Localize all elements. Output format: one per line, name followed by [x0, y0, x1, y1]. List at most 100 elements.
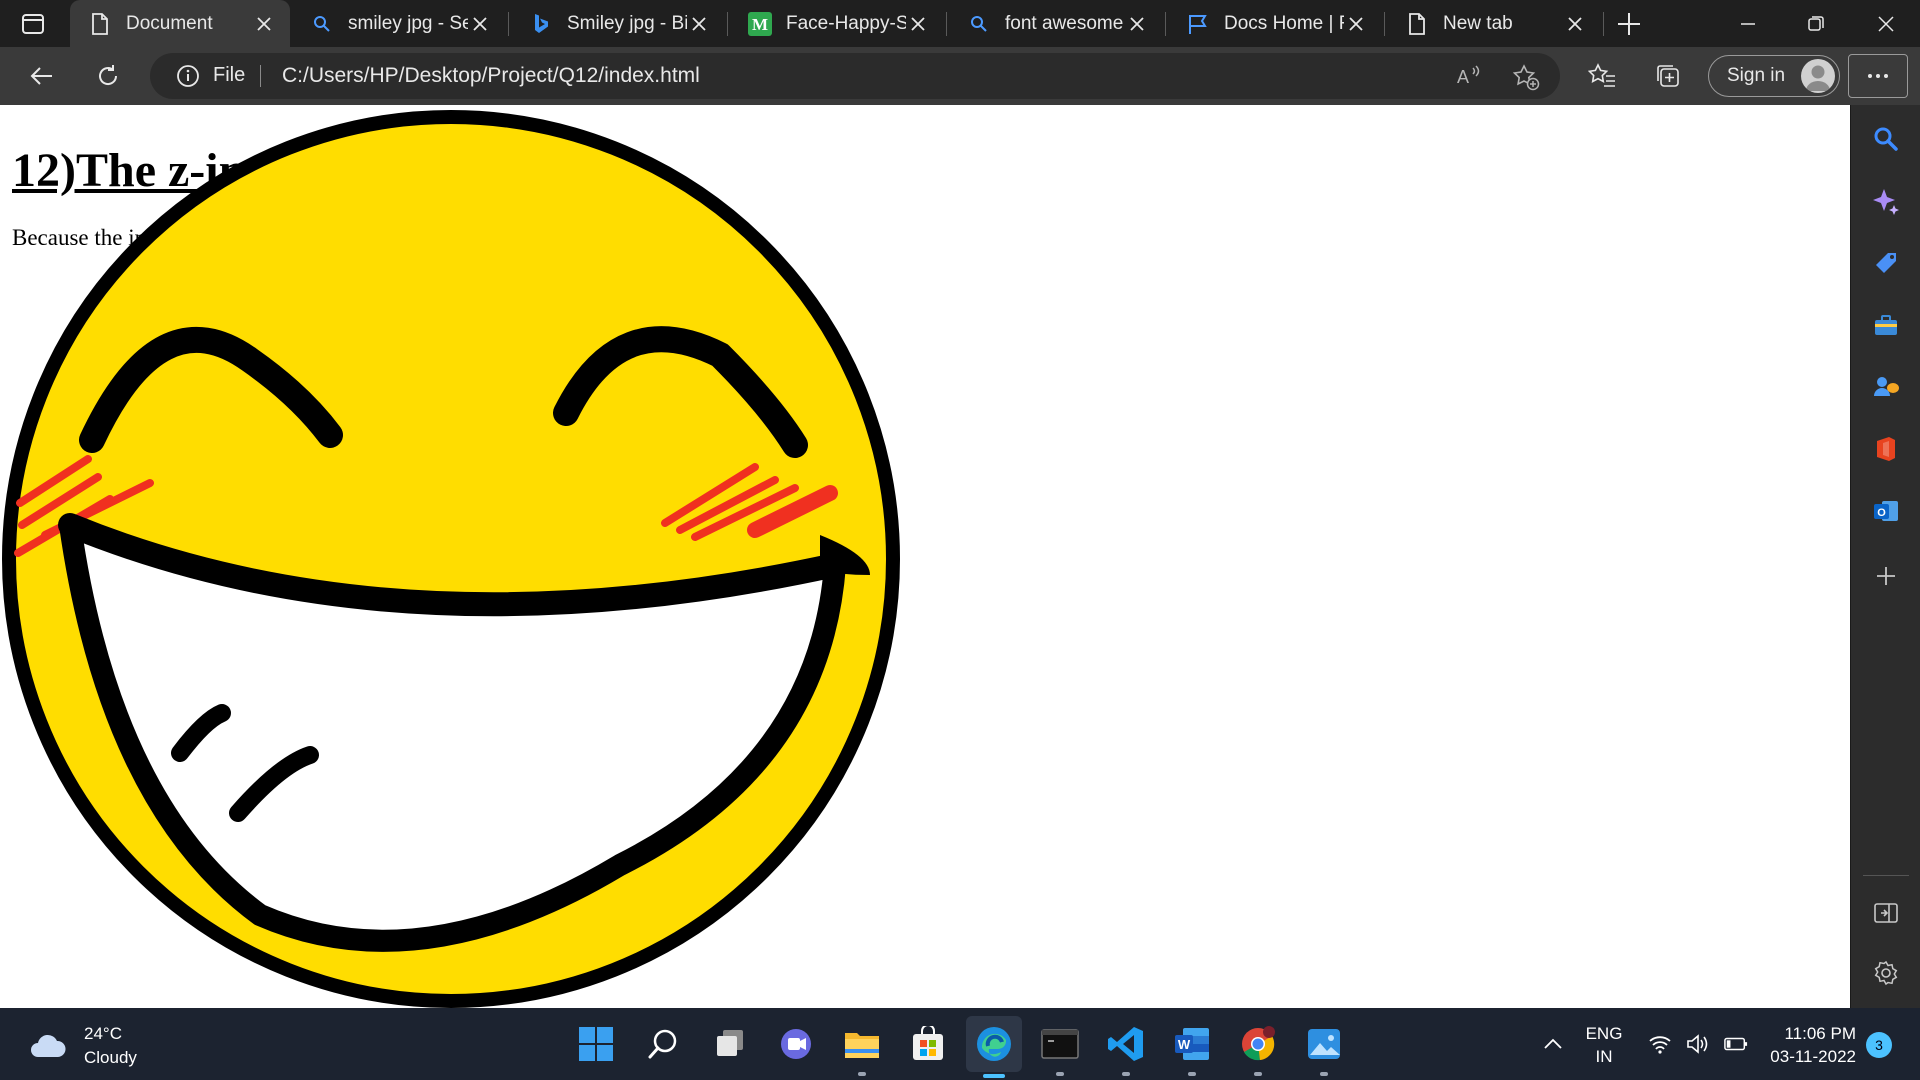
terminal-icon[interactable] — [1034, 1018, 1086, 1076]
copilot-icon[interactable] — [1870, 185, 1902, 217]
tab-separator — [946, 12, 947, 36]
page-icon — [1405, 12, 1429, 36]
system-clock[interactable]: 11:06 PM 03-11-2022 — [1756, 1022, 1856, 1068]
smiley-image — [2, 110, 900, 1008]
region-code: IN — [1595, 1047, 1613, 1066]
tab-separator — [1384, 12, 1385, 36]
info-icon[interactable] — [176, 64, 200, 88]
weather-condition: Cloudy — [84, 1048, 137, 1067]
tab-smiley-search[interactable]: smiley jpg - Se — [292, 0, 506, 47]
word-icon[interactable]: W — [1166, 1018, 1218, 1076]
system-tray[interactable] — [1648, 1032, 1748, 1056]
tab-document[interactable]: Document — [70, 0, 290, 47]
tab-actions-icon[interactable] — [20, 11, 46, 37]
tab-title: font awesome — [1005, 12, 1124, 34]
windows-start-icon[interactable] — [570, 1018, 622, 1070]
battery-icon[interactable] — [1724, 1032, 1748, 1056]
tools-icon[interactable] — [1870, 309, 1902, 341]
bing-icon — [529, 12, 553, 36]
language-indicator[interactable]: ENG IN — [1584, 1022, 1624, 1068]
tab-separator — [727, 12, 728, 36]
running-indicator — [1188, 1072, 1196, 1076]
window-close-icon[interactable] — [1870, 8, 1902, 40]
chrome-icon[interactable] — [1232, 1018, 1284, 1076]
collections-icon[interactable] — [1652, 60, 1684, 92]
clock-time: 11:06 PM — [1784, 1024, 1856, 1043]
running-indicator — [1320, 1072, 1328, 1076]
teams-chat-icon[interactable] — [770, 1018, 822, 1070]
web-page-content: 12)The z-index Property Because the imag… — [0, 105, 1850, 1008]
search-icon[interactable] — [1870, 123, 1902, 155]
weather-widget[interactable]: 24°C Cloudy — [28, 1022, 137, 1070]
tab-docs-home[interactable]: Docs Home | Fo — [1168, 0, 1382, 47]
tab-face-happy[interactable]: M Face-Happy-Sm — [730, 0, 944, 47]
tab-title: New tab — [1443, 12, 1513, 34]
scheme-label: File — [213, 64, 246, 86]
taskbar-search-icon[interactable] — [638, 1018, 690, 1070]
notification-badge[interactable]: 3 — [1866, 1032, 1892, 1058]
read-aloud-icon[interactable]: A — [1455, 63, 1483, 94]
favorites-icon[interactable] — [1586, 60, 1618, 92]
microsoft-store-icon[interactable] — [902, 1018, 954, 1070]
m-logo-icon: M — [748, 11, 772, 36]
edge-icon[interactable] — [966, 1016, 1022, 1078]
running-indicator — [1056, 1072, 1064, 1076]
refresh-icon[interactable] — [92, 60, 124, 92]
tab-separator — [1165, 12, 1166, 36]
games-icon[interactable] — [1870, 371, 1902, 403]
restore-icon[interactable] — [1800, 8, 1832, 40]
outlook-icon[interactable]: O — [1870, 495, 1902, 527]
edge-sidebar: O — [1850, 105, 1920, 1008]
svg-text:W: W — [1178, 1037, 1191, 1052]
tab-title: Docs Home | Fo — [1224, 12, 1344, 34]
tab-font-awesome[interactable]: font awesome — [949, 0, 1163, 47]
page-icon — [88, 12, 112, 36]
close-icon[interactable] — [906, 12, 930, 36]
close-icon[interactable] — [1125, 12, 1149, 36]
flag-icon — [1186, 12, 1210, 36]
tab-title: smiley jpg - Se — [348, 12, 468, 34]
tab-strip: Document smiley jpg - Se Smiley jpg - Bi… — [0, 0, 1920, 47]
minimize-icon[interactable] — [1732, 8, 1764, 40]
svg-text:M: M — [752, 15, 768, 34]
sign-in-button[interactable]: Sign in — [1708, 55, 1840, 97]
running-indicator — [1254, 1072, 1262, 1076]
tab-smiley-bing[interactable]: Smiley jpg - Bin — [511, 0, 725, 47]
running-indicator — [1122, 1072, 1130, 1076]
tab-new-tab[interactable]: New tab — [1387, 0, 1601, 47]
close-icon[interactable] — [1563, 12, 1587, 36]
tab-title: Face-Happy-Sm — [786, 12, 906, 34]
sign-in-label: Sign in — [1727, 65, 1786, 86]
svg-text:A: A — [1457, 67, 1469, 87]
shopping-tag-icon[interactable] — [1870, 247, 1902, 279]
search-icon — [967, 12, 991, 36]
back-arrow-icon[interactable] — [26, 60, 58, 92]
close-icon[interactable] — [468, 12, 492, 36]
show-hidden-icons-chevron-icon[interactable] — [1542, 1034, 1564, 1054]
settings-icon[interactable] — [1870, 957, 1902, 989]
close-icon[interactable] — [687, 12, 711, 36]
new-tab-plus-icon[interactable] — [1615, 10, 1643, 38]
tab-separator — [508, 12, 509, 36]
split-screen-icon[interactable] — [1870, 897, 1902, 929]
url-text[interactable]: C:/Users/HP/Desktop/Project/Q12/index.ht… — [282, 64, 700, 88]
more-options-icon[interactable] — [1848, 54, 1908, 98]
address-divider — [260, 65, 261, 87]
add-favorite-icon[interactable] — [1512, 63, 1540, 96]
tab-separator — [1603, 12, 1604, 36]
volume-icon[interactable] — [1686, 1032, 1710, 1056]
office-icon[interactable] — [1870, 433, 1902, 465]
tab-title: Document — [126, 12, 213, 34]
add-icon[interactable] — [1870, 560, 1902, 592]
close-icon[interactable] — [252, 12, 276, 36]
svg-text:O: O — [1877, 507, 1886, 519]
search-icon — [310, 12, 334, 36]
file-explorer-icon[interactable] — [836, 1018, 888, 1076]
cloud-icon — [28, 1031, 68, 1061]
address-bar[interactable]: File C:/Users/HP/Desktop/Project/Q12/ind… — [150, 53, 1560, 99]
close-icon[interactable] — [1344, 12, 1368, 36]
photos-icon[interactable] — [1298, 1018, 1350, 1076]
vscode-icon[interactable] — [1100, 1018, 1152, 1076]
wifi-icon[interactable] — [1648, 1032, 1672, 1056]
task-view-icon[interactable] — [704, 1018, 756, 1070]
